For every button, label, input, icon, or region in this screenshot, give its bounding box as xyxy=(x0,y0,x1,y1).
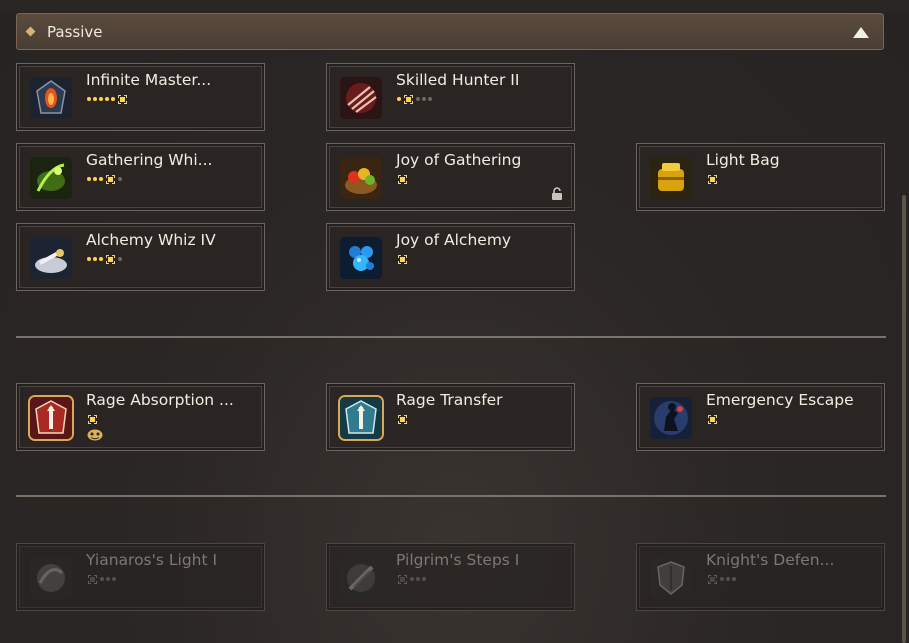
skill-card-infinite-mastery[interactable]: Infinite Master... xyxy=(16,63,265,131)
teal-rage-shield-icon xyxy=(340,397,382,439)
skill-level-dots xyxy=(707,174,718,184)
skill-level-dots xyxy=(87,254,122,264)
red-rage-shield-icon xyxy=(30,397,72,439)
skill-card-yianaros-light[interactable]: Yianaros's Light I xyxy=(16,543,265,611)
green-leaf-gathering-icon xyxy=(30,157,72,199)
skill-name: Joy of Alchemy xyxy=(396,231,512,249)
skill-card-rage-absorption[interactable]: Rage Absorption ... xyxy=(16,383,265,451)
alchemy-tools-icon xyxy=(30,237,72,279)
section-title: Passive xyxy=(47,23,103,41)
skill-card-joy-of-alchemy[interactable]: Joy of Alchemy xyxy=(326,223,575,291)
knight-shield-icon xyxy=(650,557,692,599)
pilgrim-feather-icon xyxy=(340,557,382,599)
skill-level-dots xyxy=(87,414,98,424)
skill-card-skilled-hunter[interactable]: Skilled Hunter II xyxy=(326,63,575,131)
light-orb-icon xyxy=(30,557,72,599)
orange-flame-crest-icon xyxy=(30,77,72,119)
skill-name: Joy of Gathering xyxy=(396,151,522,169)
skill-card-joy-of-gathering[interactable]: Joy of Gathering xyxy=(326,143,575,211)
skill-name: Rage Transfer xyxy=(396,391,503,409)
blue-crystal-cluster-icon xyxy=(340,237,382,279)
top-band xyxy=(0,0,909,12)
skill-name: Skilled Hunter II xyxy=(396,71,520,89)
passive-section-header[interactable]: Passive xyxy=(16,13,884,50)
skill-name: Knight's Defen... xyxy=(706,551,835,569)
escape-silhouette-icon xyxy=(650,397,692,439)
skill-level-dots xyxy=(397,254,408,264)
skill-card-gathering-whiz[interactable]: Gathering Whi... xyxy=(16,143,265,211)
skill-name: Pilgrim's Steps I xyxy=(396,551,520,569)
skill-level-dots xyxy=(397,414,408,424)
skill-level-dots xyxy=(87,94,128,104)
collapse-arrow-icon[interactable] xyxy=(853,27,869,38)
skill-name: Gathering Whi... xyxy=(86,151,213,169)
skill-level-dots xyxy=(397,174,408,184)
skill-card-emergency-escape[interactable]: Emergency Escape xyxy=(636,383,885,451)
mask-icon xyxy=(87,429,103,441)
skill-card-pilgrims-steps[interactable]: Pilgrim's Steps I xyxy=(326,543,575,611)
section-divider xyxy=(16,495,886,497)
red-claw-slash-icon xyxy=(340,77,382,119)
skill-name: Alchemy Whiz IV xyxy=(86,231,216,249)
skill-card-light-bag[interactable]: Light Bag xyxy=(636,143,885,211)
section-divider xyxy=(16,336,886,338)
skill-card-alchemy-whiz[interactable]: Alchemy Whiz IV xyxy=(16,223,265,291)
skill-level-dots xyxy=(397,94,432,104)
skill-level-dots xyxy=(397,574,426,584)
scrollbar[interactable] xyxy=(902,195,906,643)
skill-name: Yianaros's Light I xyxy=(86,551,218,569)
skill-card-rage-transfer[interactable]: Rage Transfer xyxy=(326,383,575,451)
skill-name: Light Bag xyxy=(706,151,780,169)
fruit-basket-icon xyxy=(340,157,382,199)
golden-bag-icon xyxy=(650,157,692,199)
skill-card-knights-defense[interactable]: Knight's Defen... xyxy=(636,543,885,611)
skill-name: Emergency Escape xyxy=(706,391,854,409)
skill-level-dots xyxy=(87,174,122,184)
skill-name: Rage Absorption ... xyxy=(86,391,234,409)
skill-level-dots xyxy=(707,414,718,424)
skill-level-dots xyxy=(87,574,116,584)
diamond-bullet-icon xyxy=(25,26,36,37)
skill-name: Infinite Master... xyxy=(86,71,212,89)
unlock-icon[interactable] xyxy=(550,187,564,201)
skill-level-dots xyxy=(707,574,736,584)
